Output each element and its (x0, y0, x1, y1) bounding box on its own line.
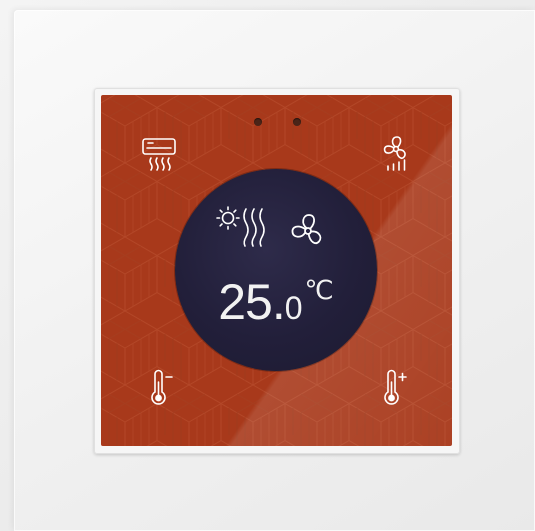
thermometer-minus-icon (151, 369, 173, 405)
fan-icon (291, 214, 322, 245)
thermometer-plus-icon (384, 369, 407, 405)
fan-speed-icon (383, 136, 406, 171)
temperature-integer: 25. (218, 274, 286, 330)
ac-mode-key[interactable] (137, 131, 181, 175)
proximity-sensor (254, 118, 262, 126)
temperature-readout: 25.0℃ (175, 273, 377, 331)
light-sensor (293, 118, 301, 126)
round-lcd-display: 25.0℃ (175, 169, 377, 371)
temperature-up-key[interactable] (375, 366, 419, 410)
air-conditioner-icon (142, 138, 176, 171)
fan-speed-key[interactable] (374, 131, 418, 175)
temperature-decimal: 0 (284, 290, 303, 326)
temperature-down-key[interactable] (137, 366, 181, 410)
sun-heat-icon (216, 206, 265, 247)
temperature-unit: ℃ (304, 275, 334, 305)
